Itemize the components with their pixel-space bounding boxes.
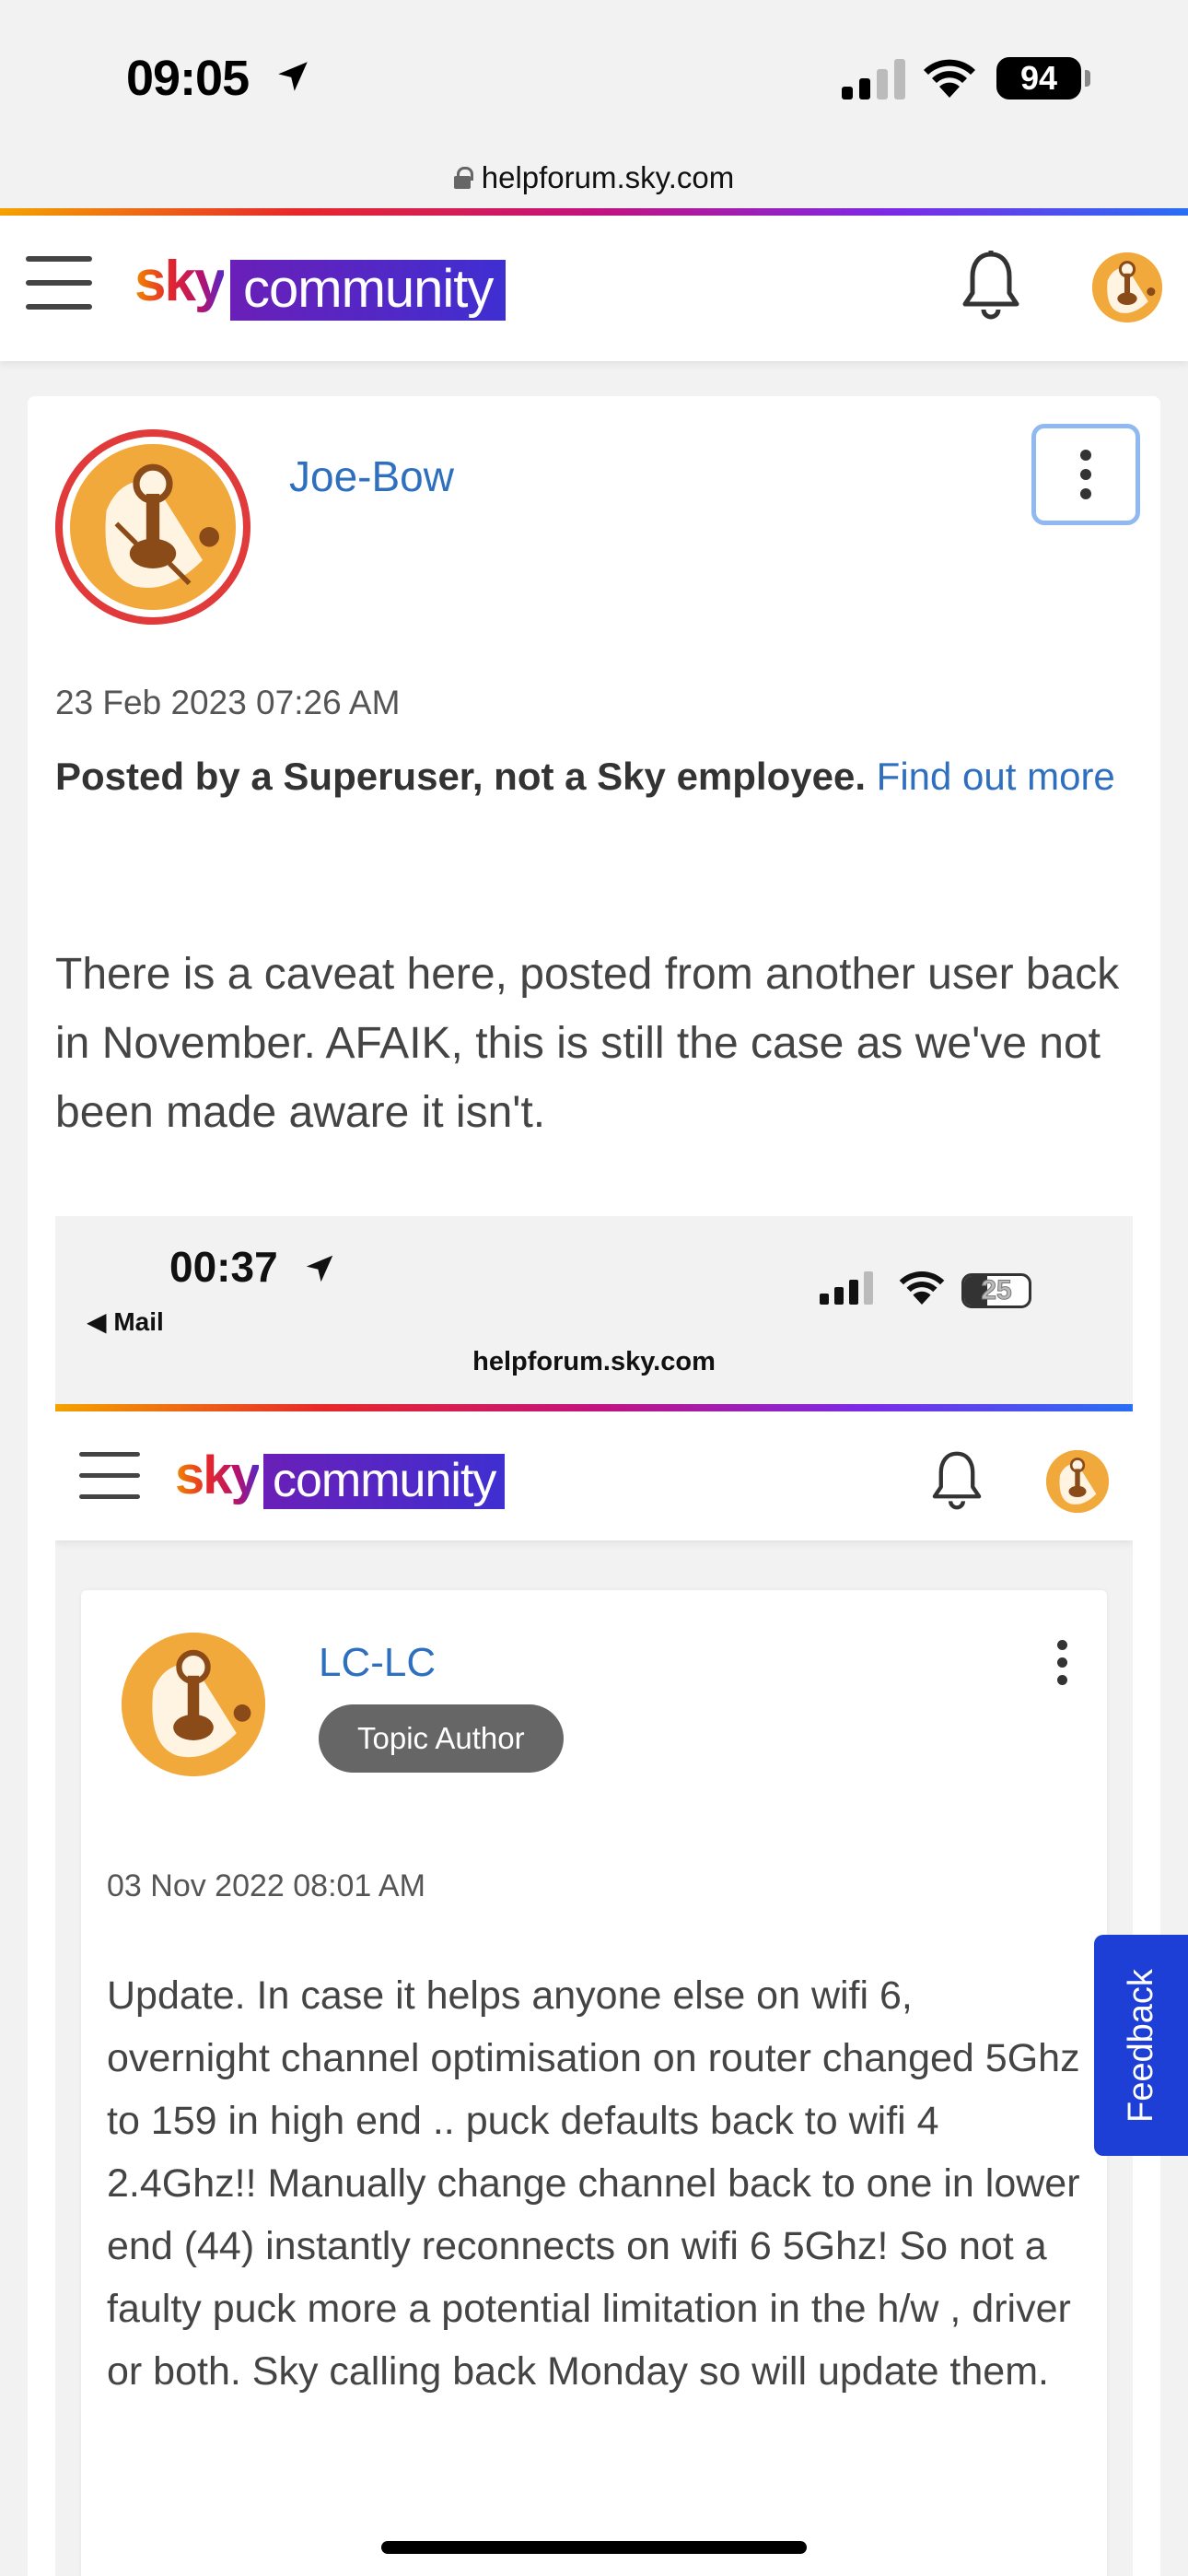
sky-logo: sky <box>175 1446 261 1505</box>
battery-icon: 94 <box>996 57 1081 100</box>
post-card: Joe-Bow 23 Feb 2023 07:26 AM Posted by a… <box>28 396 1160 2576</box>
brand-gradient-bar <box>0 208 1188 216</box>
author-name-link[interactable]: Joe-Bow <box>289 451 454 501</box>
menu-icon[interactable] <box>26 256 96 313</box>
avatar-robot-icon <box>70 444 236 610</box>
post-body: There is a caveat here, posted from anot… <box>55 950 1120 1137</box>
embedded-post-body: Update. In case it helps anyone else on … <box>107 1973 1080 2394</box>
site-header: sky community <box>0 216 1188 361</box>
more-dots-icon <box>1080 450 1091 461</box>
embedded-back-to-mail: ◀ Mail <box>87 1307 164 1336</box>
post-timestamp: 23 Feb 2023 07:26 AM <box>55 684 401 721</box>
location-arrow-icon <box>306 1255 333 1282</box>
disclaimer-text: Posted by a Superuser, not a Sky employe… <box>55 755 866 798</box>
notification-bell-icon[interactable] <box>958 249 1024 322</box>
lock-icon <box>453 167 473 189</box>
feedback-label: Feedback <box>1121 1968 1160 2123</box>
user-avatar <box>1046 1450 1109 1513</box>
feedback-tab[interactable]: Feedback <box>1094 1935 1188 2156</box>
address-bar[interactable]: helpforum.sky.com <box>0 147 1188 208</box>
embedded-site-header: sky community <box>55 1411 1133 1540</box>
community-logo[interactable]: community <box>230 260 507 321</box>
battery-icon: 25 <box>961 1273 1031 1308</box>
find-out-more-link[interactable]: Find out more <box>877 755 1115 798</box>
battery-nub <box>1085 70 1090 87</box>
notification-bell-icon <box>932 1451 982 1510</box>
community-logo: community <box>263 1454 506 1509</box>
avatar-robot-icon <box>1092 252 1162 322</box>
brand-gradient-bar <box>55 1404 1133 1411</box>
embedded-post-card: LC-LC Topic Author 03 Nov 2022 08:01 AM … <box>81 1590 1107 2576</box>
embedded-clock: 00:37 <box>169 1243 278 1291</box>
user-avatar[interactable] <box>1092 252 1162 322</box>
menu-icon <box>79 1452 140 1516</box>
status-bar: 09:05 94 <box>0 0 1188 147</box>
wifi-icon <box>924 59 975 98</box>
location-arrow-icon <box>278 62 308 91</box>
author-avatar[interactable] <box>55 429 250 625</box>
embedded-author-name: LC-LC <box>319 1640 437 1685</box>
sky-logo[interactable]: sky <box>134 249 226 314</box>
embedded-screenshot-image[interactable]: 00:37 ◀ Mail 25 helpforum.sky.com sky co… <box>55 1216 1133 2576</box>
wifi-icon <box>899 1270 945 1305</box>
more-dots-icon <box>1057 1640 1067 1685</box>
cellular-signal-icon <box>842 59 905 100</box>
clock: 09:05 <box>126 51 250 106</box>
url-text: helpforum.sky.com <box>481 160 735 194</box>
embedded-battery-level: 25 <box>981 1275 1012 1306</box>
post-options-button[interactable] <box>1031 424 1140 525</box>
embedded-post-timestamp: 03 Nov 2022 08:01 AM <box>107 1868 425 1903</box>
cellular-signal-icon <box>820 1271 873 1305</box>
embedded-author-avatar <box>122 1633 265 1776</box>
home-indicator[interactable] <box>381 2541 807 2554</box>
avatar-robot-icon <box>122 1633 265 1776</box>
avatar-robot-icon <box>1046 1450 1109 1513</box>
superuser-disclaimer: Posted by a Superuser, not a Sky employe… <box>55 746 1133 807</box>
topic-author-badge: Topic Author <box>319 1704 564 1773</box>
embedded-url: helpforum.sky.com <box>472 1347 716 1376</box>
